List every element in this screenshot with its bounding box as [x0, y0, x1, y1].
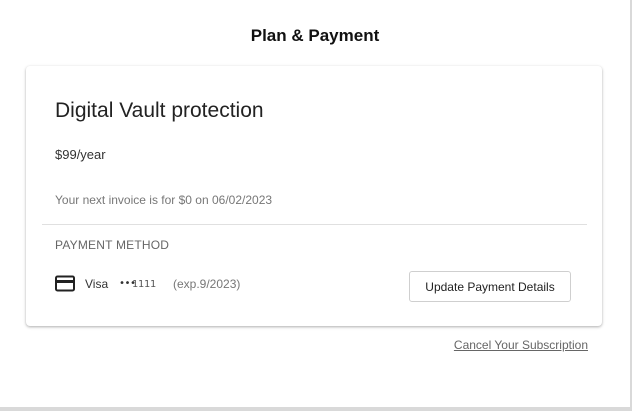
subscription-card: Digital Vault protection $99/year Your n…	[26, 66, 602, 326]
next-invoice-text: Your next invoice is for $0 on 06/02/202…	[55, 193, 273, 207]
window-edge-bottom	[0, 407, 632, 411]
plan-price: $99/year	[55, 147, 106, 162]
plan-name: Digital Vault protection	[55, 99, 264, 122]
payment-method-heading: PAYMENT METHOD	[55, 238, 170, 252]
cancel-subscription-link[interactable]: Cancel Your Subscription	[454, 338, 588, 352]
card-expiry: (exp.9/2023)	[173, 277, 241, 291]
page-title: Plan & Payment	[250, 26, 380, 45]
credit-card-icon	[55, 275, 75, 292]
card-last-four: 1111	[132, 279, 157, 290]
section-divider	[42, 224, 587, 225]
card-brand: Visa	[85, 277, 109, 291]
update-payment-details-button[interactable]: Update Payment Details	[409, 271, 571, 302]
